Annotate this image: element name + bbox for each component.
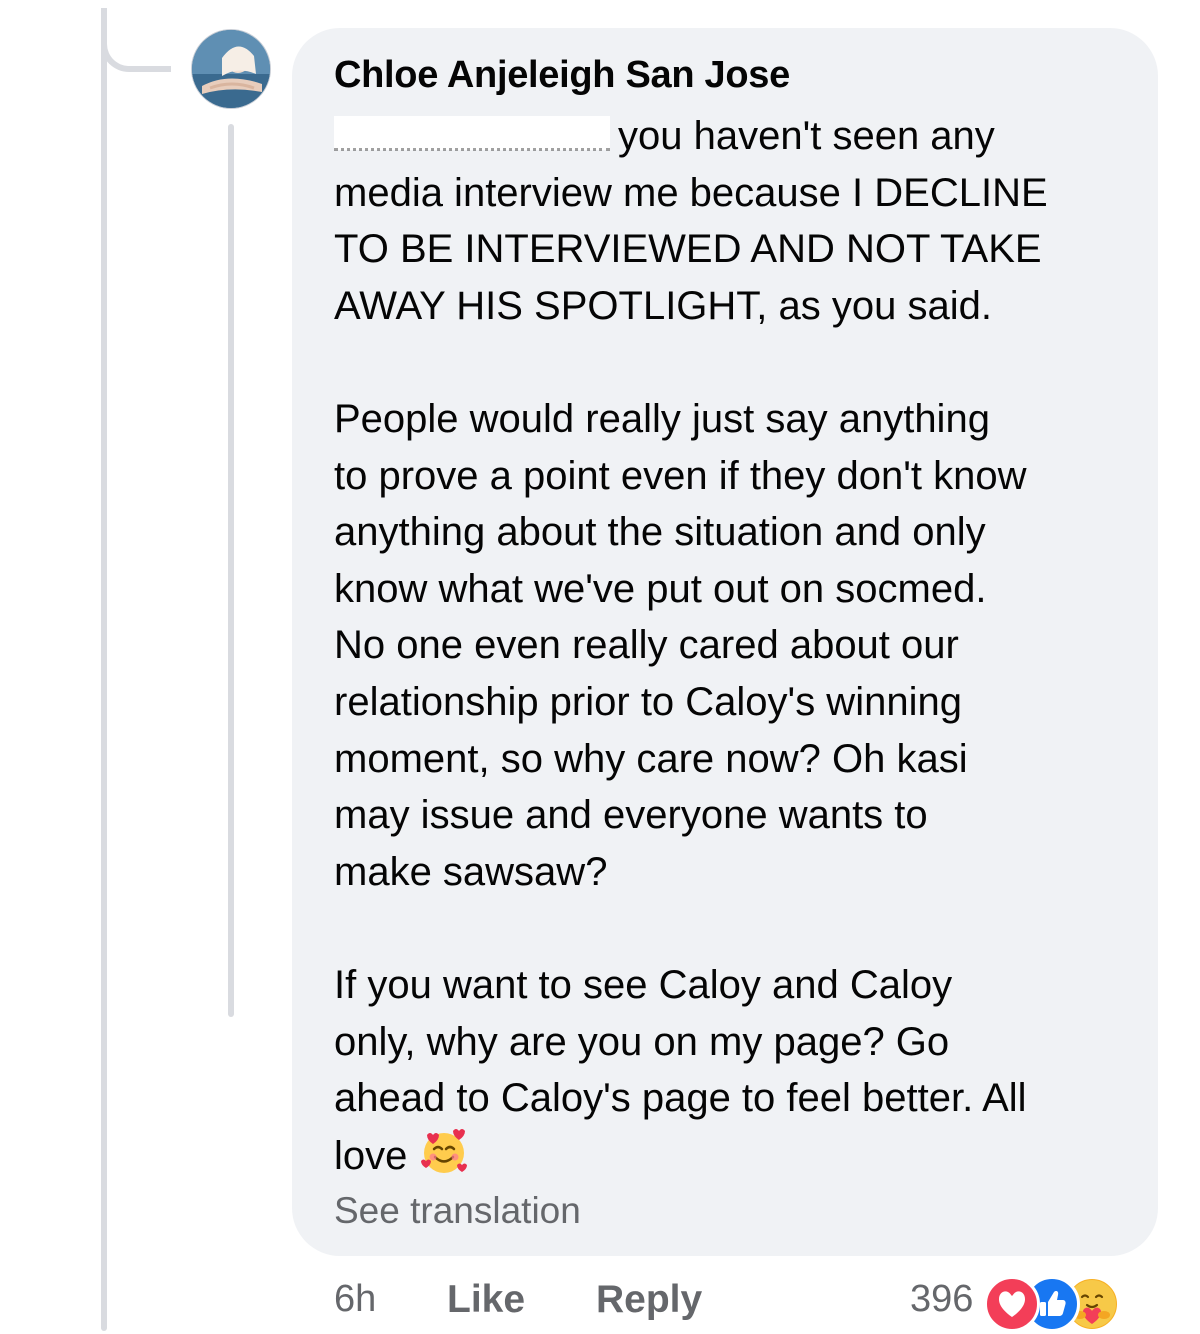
comment-timestamp[interactable]: 6h: [334, 1278, 376, 1321]
thread-connector: [101, 8, 171, 72]
comment-body: you haven't seen any media interview me …: [334, 108, 1134, 1184]
smiling-face-with-hearts-icon: [419, 1127, 469, 1177]
comment-author-name[interactable]: Chloe Anjeleigh San Jose: [334, 54, 790, 97]
comment-line: AWAY HIS SPOTLIGHT, as you said.: [334, 283, 992, 328]
comment-line: may issue and everyone wants to: [334, 793, 928, 838]
comment-line: TO BE INTERVIEWED AND NOT TAKE: [334, 227, 1042, 272]
reaction-summary[interactable]: [984, 1276, 1164, 1332]
reaction-count[interactable]: 396: [910, 1278, 973, 1321]
avatar-photo: [192, 30, 270, 108]
comment-line: People would really just say anything: [334, 396, 990, 441]
comment-line: you haven't seen any: [618, 114, 995, 158]
comment-line: ahead to Caloy's page to feel better. Al…: [334, 1076, 1027, 1121]
thread-line: [101, 8, 107, 1331]
comment-line: make sawsaw?: [334, 849, 608, 894]
reply-button[interactable]: Reply: [596, 1278, 702, 1322]
comment-last-line: love: [334, 1127, 1134, 1185]
comment-line: only, why are you on my page? Go: [334, 1019, 950, 1064]
comment-line: If you want to see Caloy and Caloy: [334, 962, 953, 1007]
comment-line-text: love: [334, 1133, 408, 1178]
see-translation-link[interactable]: See translation: [334, 1190, 581, 1232]
comment-line: know what we've put out on socmed.: [334, 566, 987, 611]
comment-line: moment, so why care now? Oh kasi: [334, 736, 968, 781]
comment-line: relationship prior to Caloy's winning: [334, 679, 962, 724]
reply-thread-line: [228, 124, 234, 1017]
comment-line: to prove a point even if they don't know: [334, 453, 1027, 498]
love-reaction-icon: [984, 1276, 1040, 1332]
comment-line: anything about the situation and only: [334, 510, 986, 555]
comment-actions: 6h Like Reply 396: [0, 1276, 1200, 1332]
comment-line: media interview me because I DECLINE: [334, 170, 1048, 215]
like-button[interactable]: Like: [447, 1278, 525, 1322]
avatar[interactable]: [192, 30, 270, 108]
comment-line: No one even really cared about our: [334, 623, 959, 668]
